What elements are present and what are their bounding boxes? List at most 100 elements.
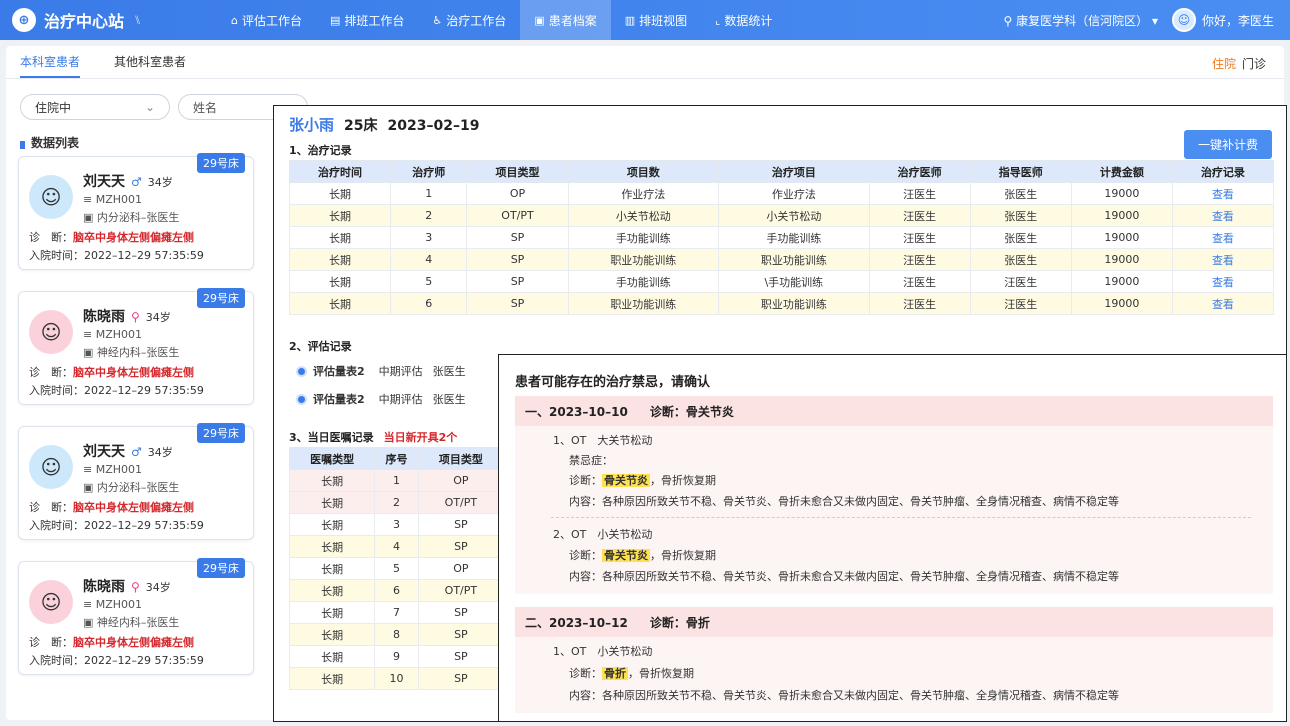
status-select[interactable]: 住院中 ⌄ — [20, 94, 170, 120]
nav-item-assessment[interactable]: ⌂ 评估工作台 — [217, 0, 316, 40]
hospital-selector[interactable]: ⚲ 康复医学科（信河院区） ▾ — [1004, 12, 1158, 29]
column-header: 治疗师 — [390, 160, 468, 183]
gender-icon: ♂ — [131, 175, 142, 189]
admission-time: 入院时间：2022–12–29 57:35:59 — [29, 652, 204, 668]
view-link[interactable]: 查看 — [1171, 248, 1275, 271]
table-cell: SP — [417, 513, 505, 536]
patient-id: ≡ MZH001 — [83, 598, 142, 611]
app-logo-icon: ⊕ — [12, 8, 36, 32]
nav-label: 数据统计 — [724, 13, 773, 28]
view-link[interactable]: 查看 — [1171, 292, 1275, 315]
column-header: 指导医师 — [969, 160, 1072, 183]
column-header: 治疗时间 — [288, 160, 392, 183]
table-cell: 张医生 — [969, 248, 1072, 271]
table-cell: 作业疗法 — [567, 182, 720, 205]
dept-icon: ▣ — [83, 211, 97, 224]
table-cell: 汪医生 — [868, 182, 971, 205]
group-date: 二、2023–10–12 — [525, 615, 628, 630]
table-row: 长期 5 OP — [288, 557, 505, 580]
nav-item-schedule[interactable]: ▤ 排班工作台 — [316, 0, 418, 40]
contra-group-1: 一、2023–10–10 诊断：骨关节炎 — [515, 396, 1273, 426]
contra-item-title: 1、OT 小关节松动 — [553, 645, 653, 658]
table-cell: 1 — [374, 469, 419, 492]
user-avatar[interactable]: ☺ — [1171, 8, 1196, 32]
nav-item-schedule-view[interactable]: ▥ 排班视图 — [611, 0, 701, 40]
fee-supplement-button[interactable]: 一键补计费 — [1183, 130, 1272, 159]
view-link[interactable]: 查看 — [1171, 204, 1275, 227]
patient-card[interactable]: 29号床 ☺ 刘天天 ♂ 34岁 ≡ MZH001 ▣ 内分泌科–张医生诊 断：脑卒中身体左… — [18, 423, 254, 540]
schedule-icon: ▤ — [330, 13, 341, 27]
table-cell: 4 — [374, 535, 419, 558]
table-cell: 张医生 — [969, 182, 1072, 205]
dx-value: 脑卒中身体左侧偏瘫左侧 — [73, 366, 194, 379]
view-link[interactable]: 查看 — [1171, 226, 1275, 249]
orders-title-text: 3、当日医嘱记录 — [289, 431, 374, 444]
table-cell: 长期 — [288, 623, 376, 646]
eval-row[interactable]: 评估量表2 中期评估 张医生 — [298, 391, 476, 407]
patient-age: 34岁 — [147, 446, 173, 459]
group-dx: 诊断：骨关节炎 — [649, 404, 734, 419]
hospital-name: 康复医学科（信河院区） — [1016, 13, 1149, 28]
table-cell: 长期 — [288, 513, 376, 536]
patient-card[interactable]: 29号床 ☺ 陈晓雨 ⚲ 34岁 ≡ MZH001 ▣ 神经内科–张医生诊 断：脑卒中身体左… — [18, 558, 254, 675]
mode-outpatient[interactable]: 门诊 — [1242, 57, 1266, 71]
adm-value: 2022–12–29 57:35:59 — [84, 384, 204, 397]
user-greeting[interactable]: 你好，李医生 — [1202, 12, 1274, 29]
tab-other-dept[interactable]: 其他科室患者 — [114, 46, 186, 78]
calendar-icon: ▥ — [624, 13, 636, 27]
adm-label: 入院时间： — [29, 654, 84, 667]
table-header: 治疗时间 治疗师 项目类型 项目数 治疗项目 治疗医师 指导医师 计费金额 治疗记录 — [288, 160, 1275, 183]
table-cell: 长期 — [288, 557, 376, 580]
column-header: 医嘱类型 — [288, 447, 376, 470]
table-cell: SP — [466, 226, 569, 249]
detail-patient-name: 张小雨 — [289, 116, 335, 134]
nav-label: 治疗工作台 — [446, 13, 507, 28]
column-header: 治疗记录 — [1171, 160, 1275, 183]
table-cell: 职业功能训练 — [718, 292, 870, 315]
chevron-down-icon: ⌄ — [144, 100, 155, 114]
patient-id: ≡ MZH001 — [83, 328, 142, 341]
contra-content: 内容：各种原因所致关节不稳、骨关节炎、骨折未愈合又未做内固定、骨关节肿瘤、全身情… — [569, 689, 1119, 702]
orders-table: 医嘱类型 序号 项目类型 长期 1 OP 长期 2 OT/PT 长期 3 SP 长期 4 SP 长期 5 OP 长期… — [288, 447, 505, 690]
patient-avatar: ☺ — [29, 445, 73, 489]
gender-icon: ⚲ — [131, 310, 140, 324]
table-cell: 汪医生 — [868, 204, 971, 227]
nav-item-treatment[interactable]: ♿ 治疗工作台 — [418, 0, 520, 40]
table-row: 长期 6 SP 职业功能训练 职业功能训练 汪医生 汪医生 19000 查看 — [288, 292, 1275, 315]
eval-stage: 中期评估 — [378, 393, 423, 406]
patient-card[interactable]: 29号床 ☺ 陈晓雨 ⚲ 34岁 ≡ MZH001 ▣ 神经内科–张医生诊 断：脑卒中身体左… — [18, 288, 254, 405]
patient-dept-text: 神经内科–张医生 — [96, 616, 180, 629]
view-link[interactable]: 查看 — [1171, 270, 1275, 293]
patient-dept: ▣ 内分泌科–张医生 — [83, 209, 179, 225]
dx-highlight: 骨关节炎 — [602, 549, 650, 562]
table-cell: 汪医生 — [868, 248, 971, 271]
tab-own-dept[interactable]: 本科室患者 — [20, 46, 81, 78]
mode-inpatient[interactable]: 住院 — [1212, 57, 1236, 71]
patient-name: 刘天天 — [83, 174, 125, 190]
column-header: 计费金额 — [1070, 160, 1173, 183]
column-header: 项目类型 — [466, 160, 569, 183]
table-cell: 长期 — [288, 204, 392, 227]
list-title: 数据列表 — [20, 134, 79, 151]
table-cell: 长期 — [288, 491, 376, 514]
nav-item-patient-records[interactable]: ▣ 患者档案 — [520, 0, 611, 40]
patient-id-text: MZH001 — [95, 463, 143, 476]
table-cell: 长期 — [288, 535, 376, 558]
dept-icon: ▣ — [83, 346, 97, 359]
nav-item-statistics[interactable]: ⌞ 数据统计 — [701, 0, 786, 40]
table-row: 长期 7 SP — [288, 601, 505, 624]
table-cell: OP — [417, 557, 505, 580]
orders-note: 当日新开具2个 — [383, 431, 458, 444]
patient-card[interactable]: 29号床 ☺ 刘天天 ♂ 34岁 ≡ MZH001 ▣ 内分泌科–张医生诊 断：脑卒中身体左… — [18, 153, 254, 270]
contra-dx: 诊断： 骨关节炎 ，骨折恢复期 — [569, 472, 716, 488]
treatment-table: 治疗时间 治疗师 项目类型 项目数 治疗项目 治疗医师 指导医师 计费金额 治疗记录 长期 1 OP 作… — [288, 160, 1275, 315]
nav-label: 评估工作台 — [241, 13, 302, 28]
table-cell: 汪医生 — [868, 226, 971, 249]
chevron-down-icon: ▾ — [1148, 13, 1158, 28]
table-cell: 汪医生 — [868, 270, 971, 293]
top-bar: ⊕ 治疗中心站 ⑊ ⌂ 评估工作台 ▤ 排班工作台 ♿ 治疗工作台 ▣ 患者档案 ▥ 排班… — [0, 0, 1290, 40]
table-cell: 长期 — [288, 226, 392, 249]
eval-row[interactable]: 评估量表2 中期评估 张医生 — [298, 363, 476, 379]
view-link[interactable]: 查看 — [1171, 182, 1275, 205]
table-cell: 4 — [390, 248, 468, 271]
